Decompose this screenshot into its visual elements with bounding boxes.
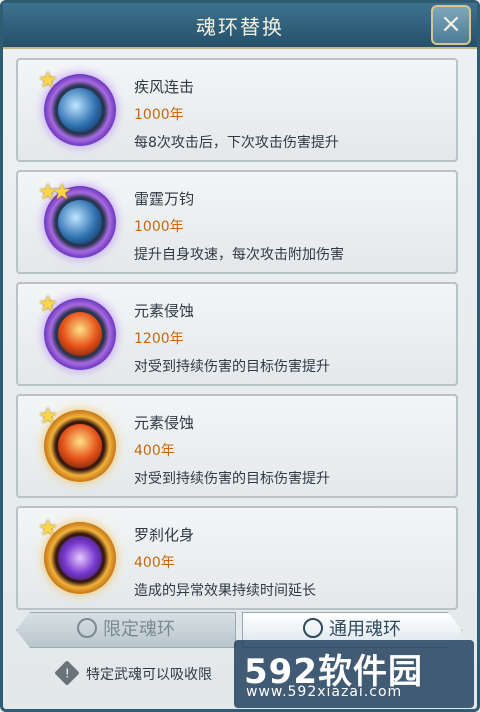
ring-name: 罗刹化身 [134,526,195,544]
ring-icon [77,618,97,638]
star-icon: ★ [38,292,58,317]
ring-desc: 造成的异常效果持续时间延长 [134,583,316,599]
ring-years: 1000年 [134,219,184,235]
ring-desc: 对受到持续伤害的目标伤害提升 [134,359,330,375]
watermark: 592软件园 www.592xiazai.com [234,640,474,708]
star-icon: ★ [38,516,58,541]
ring-icon [303,618,323,638]
ring-desc: 提升自身攻速，每次攻击附加伤害 [134,247,344,263]
dialog-title: 魂环替换 [196,15,284,39]
fire-corrosion-icon [58,424,102,468]
ring-years: 400年 [134,443,175,459]
ring-name: 雷霆万钧 [134,190,195,208]
tab-label: 通用魂环 [329,619,401,640]
watermark-url: www.592xiazai.com [246,684,403,700]
tab-limited-rings[interactable]: 限定魂环 [16,612,236,648]
ring-desc: 对受到持续伤害的目标伤害提升 [134,471,330,487]
ring-card[interactable]: ★ ★ 雷霆万钧 1000年 提升自身攻速，每次攻击附加伤害 [16,170,458,274]
ring-card[interactable]: ★ 元素侵蚀 400年 对受到持续伤害的目标伤害提升 [16,394,458,498]
ring-card[interactable]: ★ 罗刹化身 400年 造成的异常效果持续时间延长 [16,506,458,610]
ring-desc: 每8次攻击后，下次攻击伤害提升 [134,135,339,151]
close-icon[interactable]: × [431,5,471,45]
ring-years: 1200年 [134,331,184,347]
dialog-header: 魂环替换 × [3,3,477,49]
ring-card[interactable]: ★ 元素侵蚀 1200年 对受到持续伤害的目标伤害提升 [16,282,458,386]
ring-name: 元素侵蚀 [134,302,195,320]
star-icon: ★ [38,68,58,93]
ring-years: 1000年 [134,107,184,123]
tab-label: 限定魂环 [103,619,175,640]
fire-corrosion-icon [58,312,102,356]
wind-slash-icon [58,88,102,132]
star-icon: ★ [38,404,58,429]
thunder-warrior-icon [58,200,102,244]
notice-text: 特定武魂可以吸收限 [86,667,212,683]
star-icon: ★ [52,180,72,205]
violet-shadow-icon [58,536,102,580]
ring-list: ★ 疾风连击 1000年 每8次攻击后，下次攻击伤害提升 ★ ★ 雷霆万钧 10… [16,58,458,618]
ring-years: 400年 [134,555,175,571]
ring-card[interactable]: ★ 疾风连击 1000年 每8次攻击后，下次攻击伤害提升 [16,58,458,162]
ring-name: 疾风连击 [134,78,195,96]
ring-name: 元素侵蚀 [134,414,195,432]
